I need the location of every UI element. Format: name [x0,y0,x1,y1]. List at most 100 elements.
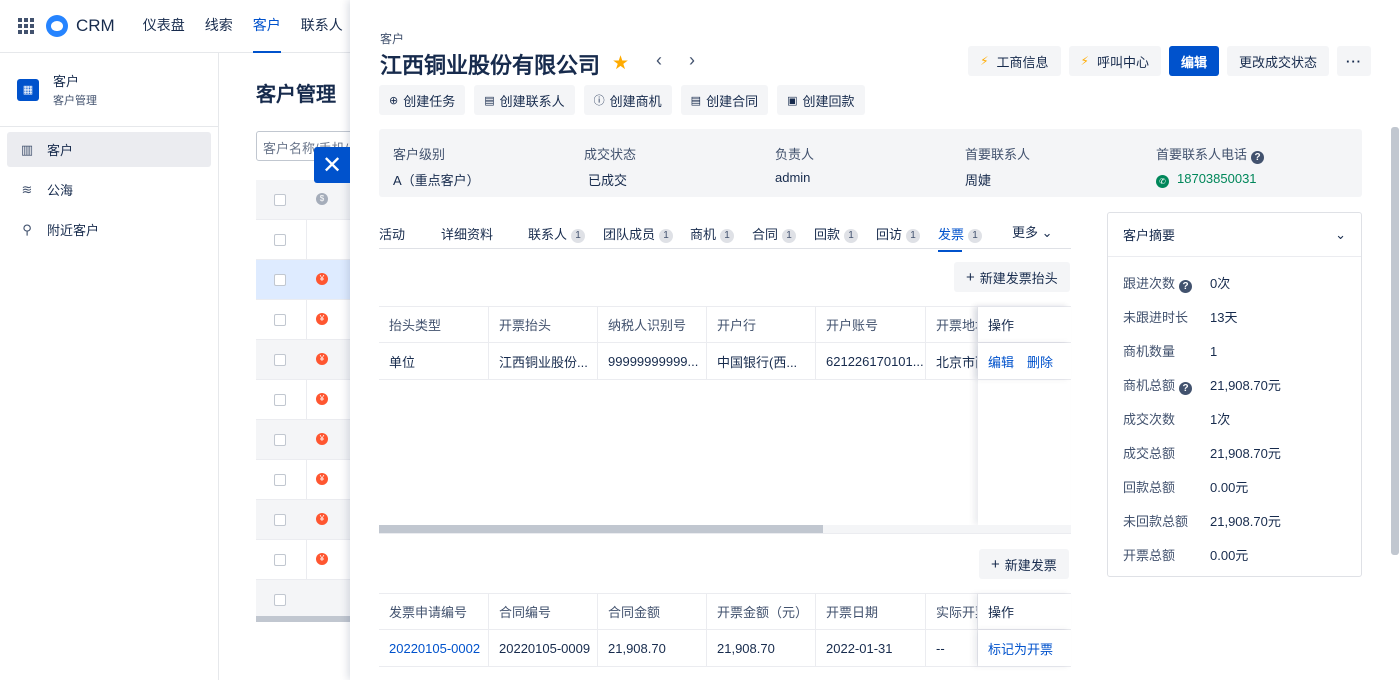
app-switcher-icon[interactable] [18,18,34,34]
star-icon[interactable]: ★ [612,52,629,75]
row-checkbox[interactable] [274,354,286,366]
customer-detail-drawer: 客户 江西铜业股份有限公司 ★ ‹ › ⚡ 工商信息 ⚡ 呼叫中心 编辑 更改成交状… [350,0,1400,680]
button-label: 新建发票抬头 [979,270,1058,286]
tab-follow-up-visits[interactable]: 回访 1 [876,224,921,243]
sidebar-item-public-pool[interactable]: ≋ 公海 [7,172,211,207]
row-checkbox[interactable] [274,394,286,406]
row-checkbox[interactable] [274,274,286,286]
clipboard-icon: ▤ [690,94,702,107]
close-drawer-button[interactable]: ✕ [314,147,350,183]
row-checkbox[interactable] [274,594,286,606]
tab-label: 商机 [690,227,717,242]
tab-details[interactable]: 详细资料 [441,224,493,243]
row-checkbox[interactable] [274,514,286,526]
tab-activity[interactable]: 活动 [379,224,405,243]
info-value: A（重点客户） [393,173,480,188]
plus-icon: + [991,555,1000,573]
horizontal-scrollbar[interactable] [379,525,1071,533]
tab-contacts[interactable]: 联系人 1 [528,224,586,243]
summary-value: 0.00元 [1210,480,1249,495]
column-header: 开票地址 [926,307,978,342]
help-icon[interactable]: ? [1251,151,1265,164]
summary-row: 跟进次数? 0次 [1123,273,1230,293]
tab-label: 团队成员 [603,227,656,242]
calendar-check-icon: ▣ [787,94,798,107]
info-label: 首要联系人电话 [1156,147,1248,162]
create-contract-button[interactable]: ▤ 创建合同 [680,85,769,115]
chevron-left-icon[interactable]: ‹ [656,50,662,71]
summary-row: 未跟进时长 13天 [1123,307,1237,326]
summary-header[interactable]: 客户摘要 ⌄ [1108,213,1361,257]
scrollbar-thumb[interactable] [379,525,823,533]
button-label: 创建商机 [609,93,662,109]
column-header: 纳税人识别号 [598,307,707,342]
clipboard-icon: ▤ [484,94,495,107]
select-all-checkbox[interactable] [274,194,286,206]
location-pin-icon: ⚲ [22,221,32,237]
tab-label: 联系人 [528,227,568,242]
summary-row: 商机数量 1 [1123,341,1217,360]
create-opportunity-button[interactable]: ⓘ 创建商机 [583,85,672,115]
mark-invoiced-link[interactable]: 标记为开票 [988,639,1053,658]
call-center-button[interactable]: ⚡ 呼叫中心 [1068,46,1161,76]
chevron-right-icon[interactable]: › [689,50,695,71]
button-label: 工商信息 [996,54,1049,70]
row-checkbox[interactable] [274,434,286,446]
button-label: 创建合同 [706,93,759,109]
tab-opportunities[interactable]: 商机 1 [690,224,735,243]
table-cell: 中国银行(西... [707,343,816,379]
summary-key: 未回款总额 [1123,514,1189,529]
nav-item-dashboard[interactable]: 仪表盘 [143,0,185,53]
create-contact-button[interactable]: ▤ 创建联系人 [474,85,575,115]
sidebar-item-label: 附近客户 [47,223,100,238]
new-invoice-title-button[interactable]: + 新建发票抬头 [954,262,1070,292]
chevron-down-icon[interactable]: ⌄ [1335,227,1346,243]
business-info-button[interactable]: ⚡ 工商信息 [968,46,1061,76]
info-circle-icon: ⓘ [593,95,605,107]
tab-invoices[interactable]: 发票 1 [938,224,983,252]
create-task-button[interactable]: ⊕ 创建任务 [379,85,466,115]
more-actions-button[interactable]: ··· [1337,46,1371,76]
sidebar: ▦ 客户 客户管理 ▥ 客户 ≋ 公海 ⚲ 附近客户 [0,53,219,680]
bolt-icon: ⚡ [1080,54,1089,68]
edit-link[interactable]: 编辑 [988,352,1014,371]
deal-status-icon: $ [316,193,328,205]
button-label: 呼叫中心 [1096,54,1149,70]
nav-items: 仪表盘 线索 客户 联系人 [143,0,343,53]
sidebar-item-nearby[interactable]: ⚲ 附近客户 [7,212,211,247]
summary-value: 1次 [1210,412,1231,427]
help-icon[interactable]: ? [1179,382,1193,395]
sidebar-item-customers[interactable]: ▥ 客户 [7,132,211,167]
edit-button[interactable]: 编辑 [1168,46,1219,76]
tab-team-members[interactable]: 团队成员 1 [603,224,674,243]
create-payment-button[interactable]: ▣ 创建回款 [777,85,865,115]
sidebar-header: ▦ 客户 客户管理 [0,53,218,127]
crm-logo-icon [46,15,68,37]
help-icon[interactable]: ? [1179,280,1193,293]
nav-item-customers[interactable]: 客户 [252,0,281,53]
nav-item-leads[interactable]: 线索 [205,0,233,53]
tab-payments[interactable]: 回款 1 [814,224,859,243]
row-checkbox[interactable] [274,314,286,326]
new-invoice-button[interactable]: + 新建发票 [979,549,1069,579]
row-actions: 标记为开票 [978,630,1071,666]
button-label: 新建发票 [1004,557,1057,573]
sidebar-subtitle: 客户管理 [53,95,97,107]
deal-status-icon: ¥ [316,553,328,565]
column-header: 开户账号 [816,307,926,342]
tab-contracts[interactable]: 合同 1 [752,224,797,243]
table-header: 抬头类型 开票抬头 纳税人识别号 开户行 开户账号 开票地址 操作 [379,306,1071,343]
nav-item-contacts[interactable]: 联系人 [301,0,343,53]
delete-link[interactable]: 删除 [1027,352,1053,371]
phone-number-link[interactable]: 18703850031 [1177,171,1257,186]
row-checkbox[interactable] [274,474,286,486]
tab-more[interactable]: 更多 ⌄ [1012,222,1053,241]
row-checkbox[interactable] [274,234,286,246]
invoice-number-link[interactable]: 20220105-0002 [379,630,489,666]
table-cell: -- [926,630,978,666]
deal-status-icon: ¥ [316,353,328,365]
vertical-scrollbar[interactable] [1391,127,1399,555]
row-checkbox[interactable] [274,554,286,566]
summary-title: 客户摘要 [1123,228,1176,243]
change-status-button[interactable]: 更改成交状态 [1226,46,1329,76]
